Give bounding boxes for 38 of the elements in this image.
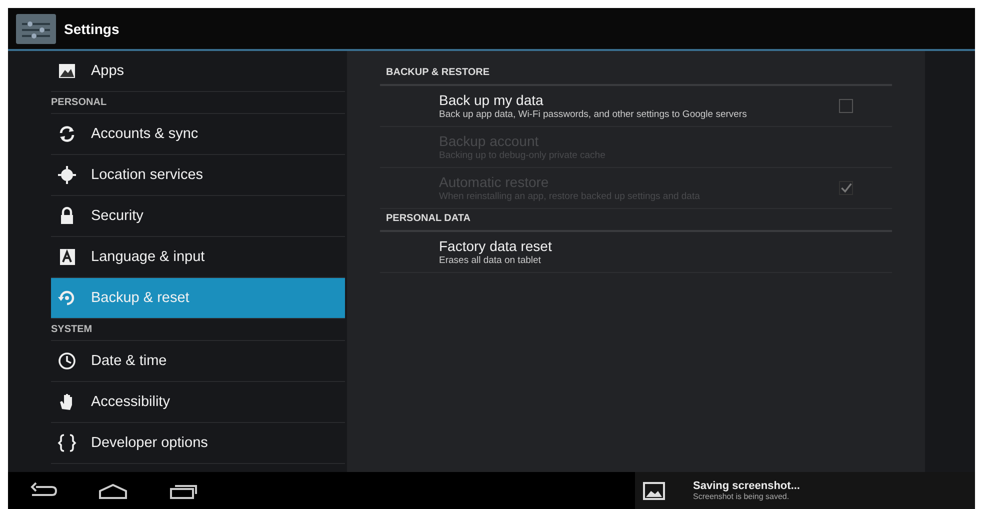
- sidebar-item[interactable]: Location services: [51, 155, 345, 196]
- clock-icon: [57, 351, 77, 371]
- sidebar-item-label: Language & input: [91, 249, 205, 265]
- braces-icon: [57, 433, 77, 453]
- sidebar-item-label: Accessibility: [91, 394, 170, 410]
- sidebar-item[interactable]: Security: [51, 196, 345, 237]
- notification-title: Saving screenshot...: [693, 480, 800, 492]
- sidebar-item-label: Apps: [91, 63, 124, 79]
- setting-summary: Back up app data, Wi-Fi passwords, and other settings to Google servers: [439, 109, 748, 120]
- section-header: PERSONAL DATA: [380, 209, 892, 232]
- section-header: BACKUP & RESTORE: [380, 63, 892, 86]
- sidebar-item[interactable]: Accounts & sync: [51, 114, 345, 155]
- sidebar-item-label: Security: [91, 208, 144, 224]
- setting-title: Back up my data: [439, 92, 544, 108]
- sidebar-item-label: Accounts & sync: [91, 126, 198, 142]
- section-header: PERSONAL: [51, 92, 345, 114]
- sidebar-item-label: Location services: [91, 167, 204, 183]
- picture-icon: [57, 61, 77, 81]
- window-title: Settings: [64, 20, 120, 36]
- settings-app-icon[interactable]: [16, 14, 56, 44]
- setting-title: Factory data reset: [439, 238, 553, 254]
- sidebar-item[interactable]: Apps: [51, 51, 345, 92]
- restore-icon: [57, 288, 77, 308]
- sidebar-item[interactable]: Date & time: [51, 341, 345, 382]
- location-icon: [57, 165, 77, 185]
- setting-summary: Erases all data on tablet: [439, 255, 542, 266]
- checkbox[interactable]: [839, 99, 853, 113]
- sidebar-item-label: Date & time: [91, 353, 167, 369]
- notification[interactable]: Saving screenshot... Screenshot is being saved.: [635, 472, 975, 509]
- sidebar-item-label: Backup & reset: [91, 290, 190, 306]
- sidebar-item-label: Developer options: [91, 435, 208, 451]
- sidebar-item[interactable]: Developer options: [51, 423, 345, 464]
- sidebar-item[interactable]: Accessibility: [51, 382, 345, 423]
- section-header: SYSTEM: [51, 319, 345, 341]
- sync-icon: [57, 124, 77, 144]
- notification-text: Screenshot is being saved.: [693, 492, 790, 501]
- keyboard-letter-icon: [57, 247, 77, 267]
- picture-icon: [643, 480, 665, 500]
